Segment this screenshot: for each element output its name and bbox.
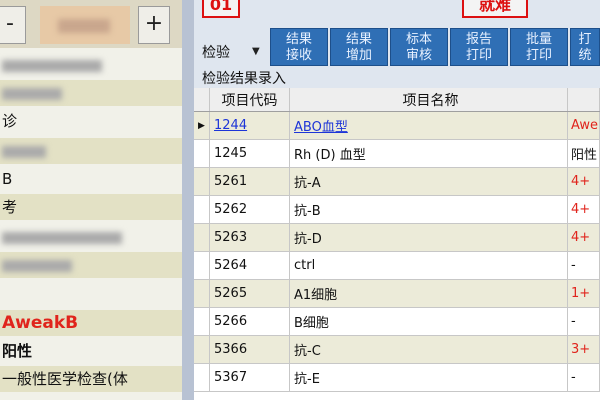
table-row[interactable]: ▶ 1244 ABO血型 Awe	[194, 112, 600, 140]
print-report-button[interactable]: 报告 打印	[450, 28, 508, 66]
section-title: 检验结果录入	[202, 71, 286, 87]
list-item[interactable]: B	[0, 166, 182, 192]
table-row[interactable]: 5264 ctrl -	[194, 252, 600, 280]
window-number-badge: 01	[202, 0, 240, 18]
left-toolbar: - +	[0, 0, 182, 48]
status-title-badge: 就难	[462, 0, 528, 18]
table-row[interactable]: 5366 抗-C 3+	[194, 336, 600, 364]
batch-print-button[interactable]: 批量 打印	[510, 28, 568, 66]
list-item[interactable]	[0, 52, 182, 78]
patient-name-field	[40, 6, 130, 44]
table-row[interactable]: 5261 抗-A 4+	[194, 168, 600, 196]
header-code[interactable]: 项目代码	[210, 88, 290, 111]
panel-splitter[interactable]	[182, 0, 194, 400]
plus-button[interactable]: +	[138, 6, 170, 44]
list-item[interactable]	[0, 138, 182, 164]
header-name[interactable]: 项目名称	[290, 88, 568, 111]
list-item[interactable]	[0, 80, 182, 106]
table-row[interactable]: 5262 抗-B 4+	[194, 196, 600, 224]
table-row[interactable]: 5265 A1细胞 1+	[194, 280, 600, 308]
exam-menu[interactable]: 检验	[202, 42, 230, 62]
right-panel: 01 就难 检验 ▼ 结果 接收 结果 增加 标本 审核 报告 打印 批量 打印 打统 检…	[194, 0, 600, 400]
list-item[interactable]	[0, 224, 182, 250]
receive-results-button[interactable]: 结果 接收	[270, 28, 328, 66]
list-item[interactable]: AweakB	[0, 310, 182, 336]
table-row[interactable]: 5266 B细胞 -	[194, 308, 600, 336]
row-pointer-icon: ▶	[194, 112, 210, 139]
results-table: 项目代码 项目名称 ▶ 1244 ABO血型 Awe 1245 Rh (D) 血…	[194, 88, 600, 400]
left-panel: - + 诊 B 考 AweakB 阳性 一般性医学检查(体	[0, 0, 182, 400]
minus-button[interactable]: -	[0, 6, 26, 44]
list-item[interactable]: 考	[0, 194, 182, 220]
table-header: 项目代码 项目名称	[194, 88, 600, 112]
review-specimen-button[interactable]: 标本 审核	[390, 28, 448, 66]
list-item[interactable]: 阳性	[0, 338, 182, 364]
add-results-button[interactable]: 结果 增加	[330, 28, 388, 66]
table-row[interactable]: 1245 Rh (D) 血型 阳性	[194, 140, 600, 168]
list-item[interactable]	[0, 252, 182, 278]
statistics-button[interactable]: 打统	[570, 28, 600, 66]
list-item[interactable]: 一般性医学检查(体	[0, 366, 182, 392]
list-item[interactable]: 诊	[0, 108, 182, 134]
chevron-down-icon[interactable]: ▼	[252, 46, 260, 57]
table-row[interactable]: 5367 抗-E -	[194, 364, 600, 392]
table-row[interactable]: 5263 抗-D 4+	[194, 224, 600, 252]
